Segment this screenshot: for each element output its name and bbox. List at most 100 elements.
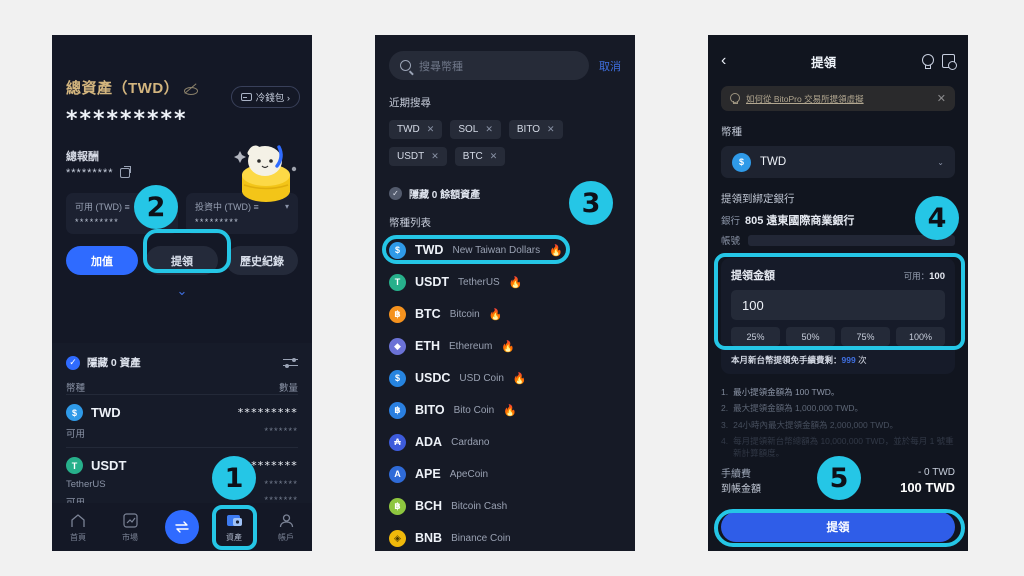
cancel-button[interactable]: 取消 bbox=[599, 58, 621, 74]
help-banner[interactable]: 如何從 BitoPro 交易所提領虛擬 ✕ bbox=[721, 86, 955, 111]
reward-value: ********* bbox=[66, 167, 114, 179]
total-value: 100 TWD bbox=[900, 480, 955, 495]
coin-icon-bito: ฿ bbox=[389, 401, 406, 419]
cold-wallet-label: 冷錢包 › bbox=[255, 93, 290, 104]
fee-value: - 0 TWD bbox=[917, 467, 955, 478]
coin-symbol: USDC bbox=[415, 371, 451, 385]
list-item[interactable]: $ USDC USD Coin 🔥 bbox=[389, 362, 621, 394]
list-item[interactable]: A APE ApeCoin bbox=[389, 458, 621, 490]
close-icon[interactable]: ✕ bbox=[427, 124, 435, 135]
phone-screen-assets: 冷錢包 › 總資產（TWD） ********* 總報酬 ********* 可… bbox=[52, 35, 312, 551]
list-item[interactable]: ₳ ADA Cardano bbox=[389, 426, 621, 458]
search-section: 搜尋幣種 取消 近期搜尋 TWD ✕ SOL ✕ BITO ✕ USDT ✕ BTC ✕ … bbox=[375, 35, 635, 551]
note-text: 24小時內最大提領金額為 2,000,000 TWD。 bbox=[733, 419, 898, 430]
coin-name: Bito Coin bbox=[453, 404, 495, 416]
coin-icon-ada: ₳ bbox=[389, 433, 406, 451]
external-link-icon[interactable] bbox=[119, 166, 131, 178]
total-label: 到帳金額 bbox=[721, 484, 761, 495]
sidebar-item-swap[interactable] bbox=[156, 510, 208, 544]
list-item[interactable]: SOL ✕ bbox=[450, 120, 501, 139]
coin-name: USD Coin bbox=[459, 372, 504, 384]
fee-label: 手續費 bbox=[721, 469, 751, 480]
coin-symbol: ETH bbox=[415, 339, 440, 353]
lightbulb-icon[interactable] bbox=[921, 53, 934, 69]
coin-name: New Taiwan Dollars bbox=[452, 244, 541, 256]
list-item[interactable]: ◈ BNB Binance Coin bbox=[389, 522, 621, 551]
history-icon[interactable] bbox=[942, 54, 957, 70]
cold-wallet-button[interactable]: 冷錢包 › bbox=[230, 86, 300, 108]
step-badge-5: 5 bbox=[817, 456, 861, 500]
submit-withdraw-button[interactable]: 提領 bbox=[721, 512, 955, 542]
list-item[interactable]: T USDT TetherUS 🔥 bbox=[389, 266, 621, 298]
withdraw-body: 如何從 BitoPro 交易所提領虛擬 ✕ 幣種 $ TWD ⌄ 提領到綁定銀行… bbox=[708, 86, 968, 460]
step-badge-1: 1 bbox=[212, 456, 256, 500]
list-item[interactable]: ◆ ETH Ethereum 🔥 bbox=[389, 330, 621, 362]
coin-name: Bitcoin Cash bbox=[451, 500, 508, 512]
sidebar-item-assets[interactable]: 資產 bbox=[208, 511, 260, 543]
close-icon[interactable]: ✕ bbox=[547, 124, 555, 135]
history-button[interactable]: 歷史紀錄 bbox=[226, 246, 298, 275]
hide-zero-toggle[interactable]: ✓ 隱藏 0 資產 bbox=[66, 355, 141, 370]
percent-25-button[interactable]: 25% bbox=[731, 327, 780, 346]
percent-75-button[interactable]: 75% bbox=[841, 327, 890, 346]
search-input[interactable]: 搜尋幣種 bbox=[389, 51, 589, 80]
coin-name: Bitcoin bbox=[449, 308, 480, 320]
close-icon[interactable]: ✕ bbox=[431, 151, 439, 162]
list-item[interactable]: USDT ✕ bbox=[389, 147, 447, 166]
asset-list-card: ✓ 隱藏 0 資產 幣種 數量 $ TWD ********* 可用 ******… bbox=[52, 343, 312, 547]
coin-icon-twd: $ bbox=[732, 152, 751, 172]
list-item[interactable]: ฿ BITO Bito Coin 🔥 bbox=[389, 394, 621, 426]
withdraw-rules-list: 1. 最小提領金額為 100 TWD。 2. 最大提領金額為 1,000,000 T… bbox=[721, 386, 955, 460]
list-item[interactable]: BTC ✕ bbox=[454, 147, 506, 166]
fire-icon: 🔥 bbox=[488, 308, 503, 321]
sidebar-item-home[interactable]: 首頁 bbox=[52, 511, 104, 543]
lightbulb-icon bbox=[730, 93, 740, 104]
currency-field-label: 幣種 bbox=[721, 126, 742, 138]
percent-50-button[interactable]: 50% bbox=[786, 327, 835, 346]
fire-icon: 🔥 bbox=[503, 404, 517, 417]
expand-chevron-icon[interactable]: ⌄ bbox=[66, 283, 298, 299]
chevron-down-icon[interactable]: ⌄ bbox=[937, 158, 944, 167]
asset-symbol: USDT bbox=[91, 458, 127, 473]
coin-icon-usdt: T bbox=[66, 457, 83, 474]
coin-symbol: BITO bbox=[415, 403, 445, 417]
phone-screen-currency-search: 搜尋幣種 取消 近期搜尋 TWD ✕ SOL ✕ BITO ✕ USDT ✕ BTC ✕ … bbox=[375, 35, 635, 551]
chip-label: BTC bbox=[462, 151, 483, 162]
hide-zero-row[interactable]: ✓ 隱藏 0 資產 bbox=[66, 355, 298, 370]
chip-label: USDT bbox=[397, 151, 425, 162]
sidebar-item-market[interactable]: 市場 bbox=[104, 511, 156, 543]
fire-icon: 🔥 bbox=[501, 340, 516, 353]
account-key: 帳號 bbox=[721, 236, 741, 247]
table-row[interactable]: $ TWD ********* 可用 ******* bbox=[66, 394, 298, 447]
list-item[interactable]: ฿ BCH Bitcoin Cash bbox=[389, 490, 621, 522]
withdraw-button[interactable]: 提領 bbox=[146, 246, 218, 275]
note-number: 4. bbox=[721, 435, 729, 446]
filter-icon[interactable] bbox=[283, 357, 298, 368]
swap-icon[interactable] bbox=[165, 510, 199, 544]
close-icon[interactable]: ✕ bbox=[937, 92, 946, 105]
chip-label: BITO bbox=[516, 124, 541, 135]
close-icon[interactable]: ✕ bbox=[490, 151, 498, 162]
close-icon[interactable]: ✕ bbox=[485, 124, 493, 135]
fire-icon: 🔥 bbox=[549, 244, 563, 257]
sidebar-item-account[interactable]: 帳戶 bbox=[260, 511, 312, 543]
asset-symbol: TWD bbox=[91, 405, 121, 420]
help-banner-link[interactable]: 如何從 BitoPro 交易所提領虛擬 bbox=[746, 93, 864, 105]
list-item: 2. 最大提領金額為 1,000,000 TWD。 bbox=[721, 402, 955, 414]
list-item[interactable]: TWD ✕ bbox=[389, 120, 443, 139]
asset-row-key: TetherUS bbox=[66, 479, 106, 490]
list-item[interactable]: BITO ✕ bbox=[508, 120, 563, 139]
list-item[interactable]: $ TWD New Taiwan Dollars 🔥 bbox=[389, 234, 621, 266]
deposit-button[interactable]: 加值 bbox=[66, 246, 138, 275]
step-badge-3: 3 bbox=[569, 181, 613, 225]
search-icon bbox=[400, 60, 411, 71]
percent-100-button[interactable]: 100% bbox=[896, 327, 945, 346]
coin-icon-bnb: ◈ bbox=[389, 529, 406, 547]
bank-value: 805 遠東國際商業銀行 bbox=[745, 215, 855, 227]
coin-icon-twd: $ bbox=[66, 404, 83, 421]
coin-symbol: BTC bbox=[415, 307, 441, 321]
amount-input[interactable]: 100 bbox=[731, 290, 945, 320]
eye-off-icon[interactable] bbox=[184, 83, 199, 96]
currency-select[interactable]: $ TWD ⌄ bbox=[721, 146, 955, 178]
list-item[interactable]: ฿ BTC Bitcoin 🔥 bbox=[389, 298, 621, 330]
